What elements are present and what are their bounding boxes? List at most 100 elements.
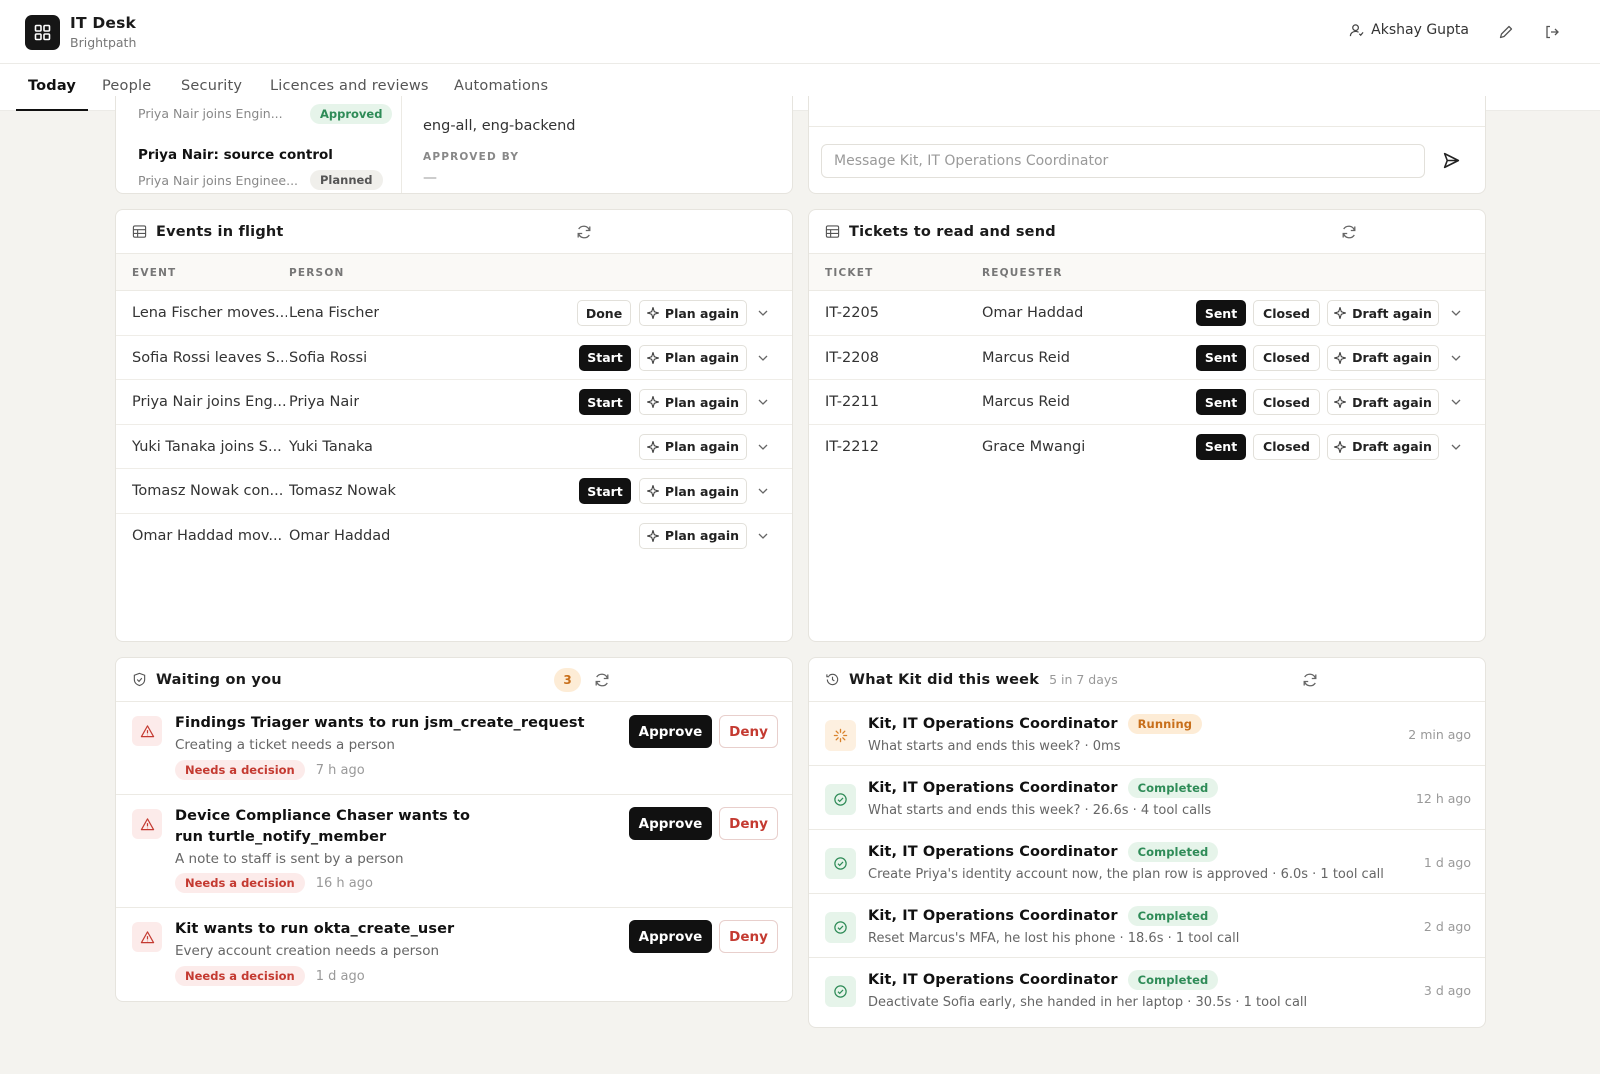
agent-name: Kit, IT Operations Coordinator [868,908,1118,924]
activity-item[interactable]: Kit, IT Operations Coordinator Completed … [809,830,1485,894]
activity-item[interactable]: Kit, IT Operations Coordinator Completed … [809,894,1485,958]
column-header: TICKET [825,267,874,279]
timestamp: 7 h ago [315,762,365,778]
plan-again-label: Plan again [664,350,740,365]
table-row[interactable]: Tomasz Nowak con... Tomasz Nowak Start P… [116,469,792,514]
draft-again-button[interactable]: Draft again [1327,389,1439,415]
chevron-down-icon[interactable] [1449,440,1463,454]
approve-button[interactable]: Approve [629,920,712,953]
table-row[interactable]: Omar Haddad mov... Omar Haddad Plan agai… [116,514,792,559]
chevron-down-icon[interactable] [756,351,770,365]
plan-again-button[interactable]: Plan again [639,344,747,371]
shield-check-icon [133,672,146,687]
sent-button[interactable]: Sent [1196,389,1246,415]
chevron-down-icon[interactable] [756,395,770,409]
refresh-icon[interactable] [1340,223,1358,241]
activity-item[interactable]: Kit, IT Operations Coordinator Completed … [809,766,1485,830]
table-header: EVENT PERSON [116,254,792,291]
plan-again-button[interactable]: Plan again [639,389,747,415]
plan-again-button[interactable]: Plan again [639,433,747,460]
closed-button[interactable]: Closed [1253,344,1320,371]
column-header: PERSON [289,267,345,279]
activity-desc: Create Priya's identity account now, the… [868,867,1384,882]
chevron-down-icon[interactable] [756,306,770,320]
deny-button[interactable]: Deny [719,807,778,840]
sent-button[interactable]: Sent [1196,300,1246,326]
agent-name: Kit, IT Operations Coordinator [868,972,1118,988]
chevron-down-icon[interactable] [1449,395,1463,409]
tab-today[interactable]: Today [16,64,88,111]
closed-button[interactable]: Closed [1253,433,1320,460]
table-row[interactable]: Yuki Tanaka joins S... Yuki Tanaka Plan … [116,425,792,469]
chevron-down-icon[interactable] [1449,351,1463,365]
sparkle-icon [646,440,659,453]
draft-again-button[interactable]: Draft again [1327,300,1439,326]
approve-button[interactable]: Approve [629,715,712,748]
requester-cell: Grace Mwangi [982,438,1086,455]
plan-item-title[interactable]: Priya Nair: source control [138,147,333,163]
sent-button[interactable]: Sent [1196,344,1246,371]
user-name: Akshay Gupta [1371,22,1469,38]
decision-badge: Needs a decision [175,966,305,986]
closed-button[interactable]: Closed [1253,300,1320,326]
start-button[interactable]: Start [579,389,631,415]
plan-again-label: Plan again [664,483,740,499]
status-badge: Approved [310,104,393,124]
top-bar: IT Desk Brightpath Akshay Gupta [0,0,1600,64]
sparkle-icon [1334,440,1347,453]
table-row[interactable]: IT-2211 Marcus Reid Sent Closed Draft ag… [809,380,1485,425]
draft-again-label: Draft again [1352,394,1432,410]
chevron-down-icon[interactable] [756,484,770,498]
start-button[interactable]: Start [579,344,631,371]
activity-item[interactable]: Kit, IT Operations Coordinator Running Wh… [809,702,1485,766]
request-title: Kit wants to run okta_create_user [175,921,455,937]
warning-icon [132,922,162,952]
closed-button[interactable]: Closed [1253,389,1320,415]
plan-again-button[interactable]: Plan again [639,522,747,549]
send-icon[interactable] [1442,151,1462,171]
table-row[interactable]: Priya Nair joins Eng... Priya Nair Start… [116,380,792,425]
table-row[interactable]: IT-2208 Marcus Reid Sent Closed Draft ag… [809,336,1485,380]
done-button[interactable]: Done [577,300,631,326]
card-title: Events in flight [156,223,284,240]
activity-item[interactable]: Kit, IT Operations Coordinator Completed … [809,958,1485,1022]
count-badge: 3 [554,668,581,692]
plan-again-button[interactable]: Plan again [639,478,747,504]
chevron-down-icon[interactable] [756,440,770,454]
edit-icon[interactable] [1496,22,1516,42]
chevron-down-icon[interactable] [756,529,770,543]
table-row[interactable]: IT-2205 Omar Haddad Sent Closed Draft ag… [809,291,1485,336]
plan-again-button[interactable]: Plan again [639,300,747,326]
start-button[interactable]: Start [579,478,631,504]
chevron-down-icon[interactable] [1449,306,1463,320]
sent-button[interactable]: Sent [1196,433,1246,460]
deny-button[interactable]: Deny [719,715,778,748]
decision-badge: Needs a decision [175,760,305,780]
refresh-icon[interactable] [575,223,593,241]
refresh-icon[interactable] [593,671,611,689]
logout-icon[interactable] [1542,22,1562,42]
draft-again-label: Draft again [1352,305,1432,321]
table-row[interactable]: IT-2212 Grace Mwangi Sent Closed Draft a… [809,425,1485,470]
draft-again-label: Draft again [1352,350,1432,365]
timestamp: 2 min ago [1408,727,1471,742]
user-menu[interactable]: Akshay Gupta [1349,22,1469,38]
sparkle-icon [646,351,659,364]
approve-button[interactable]: Approve [629,807,712,840]
plan-item-sub[interactable]: Priya Nair joins Engin... [138,106,283,121]
card-title: Waiting on you [156,671,282,688]
agent-name: Kit, IT Operations Coordinator [868,780,1118,796]
plan-item-sub[interactable]: Priya Nair joins Enginee... [138,173,298,188]
event-cell: Omar Haddad mov... [132,527,283,544]
requester-cell: Marcus Reid [982,394,1070,410]
refresh-icon[interactable] [1301,671,1319,689]
event-cell: Lena Fischer moves... [132,305,287,321]
deny-button[interactable]: Deny [719,920,778,953]
draft-again-button[interactable]: Draft again [1327,433,1439,460]
event-cell: Sofia Rossi leaves S... [132,349,287,366]
table-row[interactable]: Sofia Rossi leaves S... Sofia Rossi Star… [116,336,792,380]
table-row[interactable]: Lena Fischer moves... Lena Fischer Done … [116,291,792,336]
chat-input[interactable]: Message Kit, IT Operations Coordinator [821,144,1425,178]
plan-panel: Priya Nair joins Engin... Approved Priya… [115,96,793,194]
draft-again-button[interactable]: Draft again [1327,344,1439,371]
